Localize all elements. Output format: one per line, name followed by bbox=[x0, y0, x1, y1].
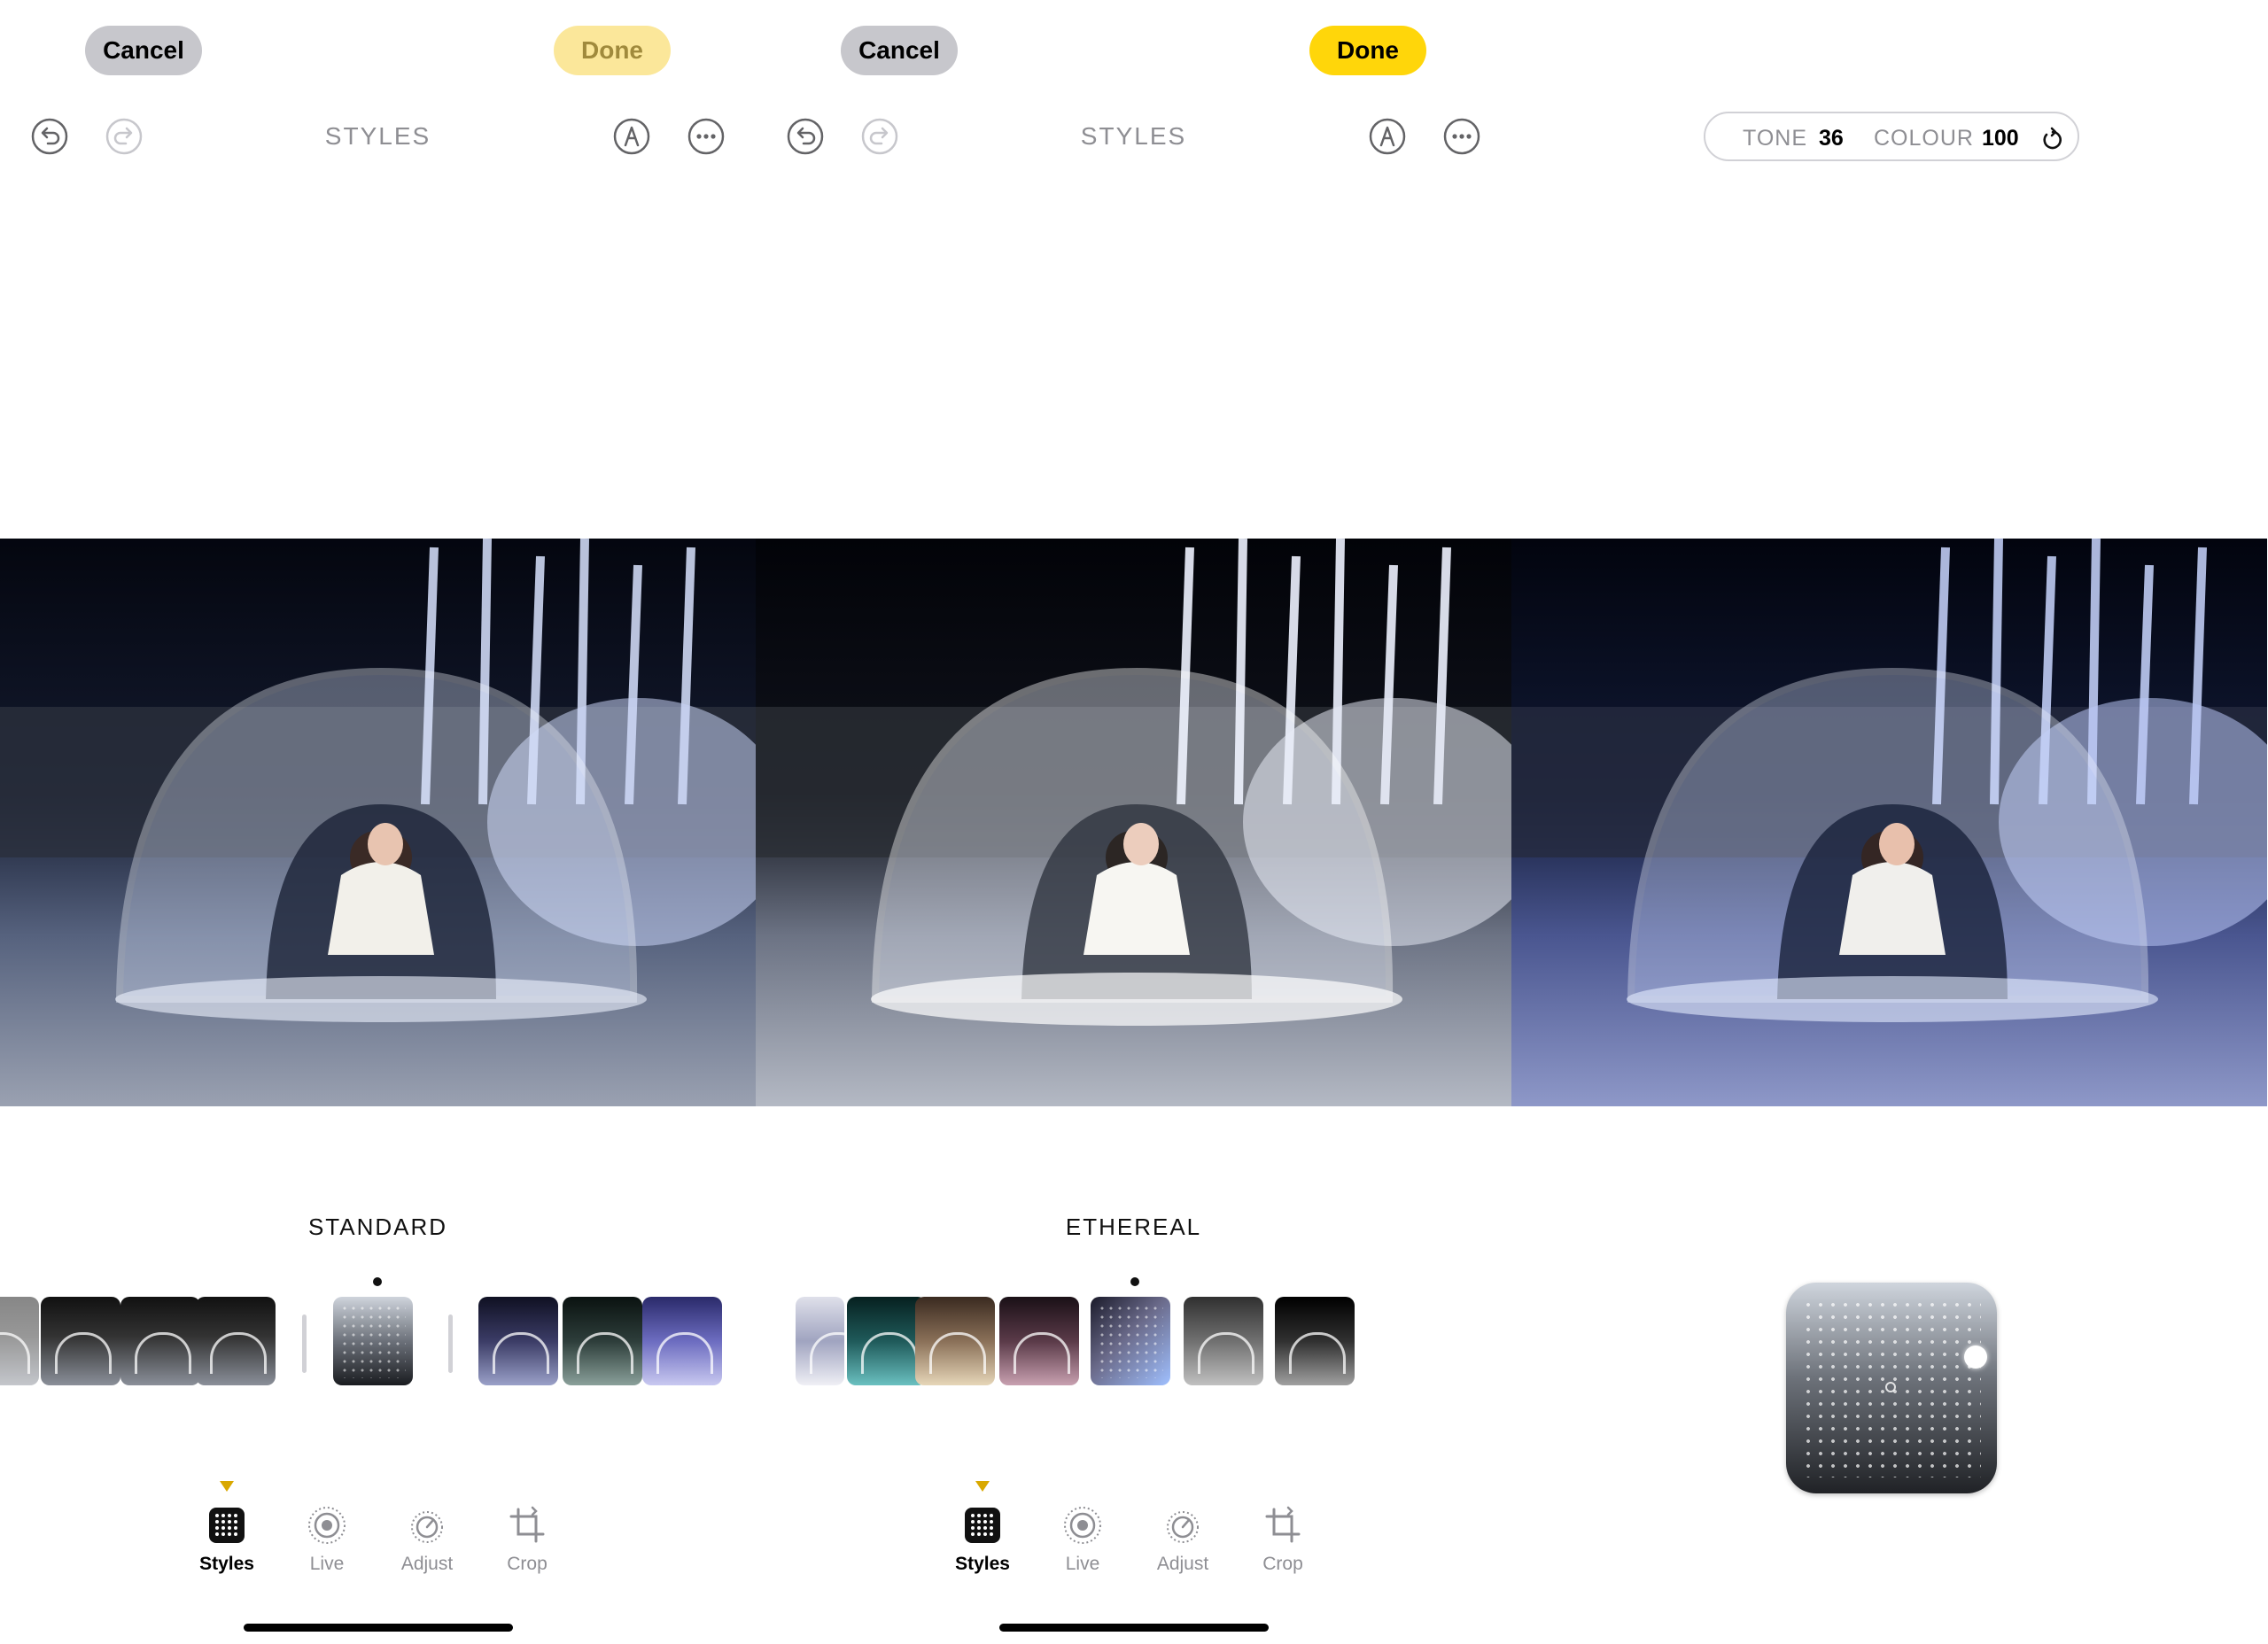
selected-style-pad-thumbnail[interactable] bbox=[1091, 1297, 1170, 1385]
tab-adjust[interactable]: Adjust bbox=[1138, 1504, 1227, 1575]
tab-adjust[interactable]: Adjust bbox=[383, 1504, 471, 1575]
colour-value: 100 bbox=[1982, 126, 2019, 151]
edit-tab-bar: Styles Live Adjust Crop bbox=[0, 1481, 756, 1587]
style-thumbnail[interactable] bbox=[999, 1297, 1079, 1385]
live-photo-icon bbox=[1064, 1507, 1101, 1544]
editor-panel-standard: Cancel Done STYLES STANDARD Styles Live … bbox=[0, 0, 756, 1644]
home-indicator[interactable] bbox=[244, 1624, 513, 1632]
style-thumbnail[interactable] bbox=[41, 1297, 120, 1385]
pad-position-knob[interactable] bbox=[1964, 1345, 1987, 1369]
active-tab-marker bbox=[220, 1481, 234, 1492]
tab-label: Adjust bbox=[1156, 1554, 1209, 1574]
tab-label: Crop bbox=[507, 1554, 548, 1574]
photo-preview bbox=[756, 539, 1511, 1106]
tab-crop[interactable]: Crop bbox=[483, 1504, 571, 1575]
selected-style-pad-thumbnail[interactable] bbox=[333, 1297, 413, 1385]
colour-label: COLOUR bbox=[1874, 126, 1974, 151]
styles-grid-icon bbox=[965, 1508, 1000, 1543]
tab-label: Live bbox=[309, 1554, 345, 1574]
tab-label: Crop bbox=[1262, 1554, 1303, 1574]
styles-title: STYLES bbox=[1080, 122, 1187, 150]
style-name-label: STANDARD bbox=[307, 1214, 448, 1240]
strip-separator bbox=[302, 1314, 307, 1373]
tab-label: Styles bbox=[199, 1554, 254, 1574]
tab-crop[interactable]: Crop bbox=[1239, 1504, 1327, 1575]
live-photo-icon bbox=[308, 1507, 346, 1544]
style-thumbnail[interactable] bbox=[915, 1297, 995, 1385]
style-thumbnail[interactable] bbox=[1275, 1297, 1355, 1385]
done-button-disabled[interactable]: Done bbox=[554, 26, 671, 75]
tab-styles[interactable]: Styles bbox=[183, 1504, 271, 1575]
style-thumbnail[interactable] bbox=[120, 1297, 200, 1385]
style-thumbnail[interactable] bbox=[642, 1297, 722, 1385]
tab-live[interactable]: Live bbox=[1038, 1504, 1127, 1575]
reset-icon[interactable] bbox=[2039, 126, 2067, 154]
selected-style-indicator bbox=[373, 1277, 382, 1286]
edit-tab-bar: Styles Live Adjust Crop bbox=[756, 1481, 1511, 1587]
style-thumbnail-strip[interactable] bbox=[0, 1277, 756, 1392]
tone-value: 36 bbox=[1819, 126, 1844, 151]
styles-grid-icon bbox=[209, 1508, 245, 1543]
style-thumbnail[interactable] bbox=[1184, 1297, 1263, 1385]
photo-preview bbox=[1511, 539, 2267, 1106]
photo-preview bbox=[0, 539, 756, 1106]
editor-panel-tone-pad: TONE 36 COLOUR 100 bbox=[1511, 0, 2268, 1644]
tab-live[interactable]: Live bbox=[283, 1504, 371, 1575]
style-thumbnail[interactable] bbox=[478, 1297, 558, 1385]
strip-separator bbox=[448, 1314, 453, 1373]
tab-label: Live bbox=[1065, 1554, 1100, 1574]
tab-styles[interactable]: Styles bbox=[938, 1504, 1027, 1575]
styles-title: STYLES bbox=[324, 122, 431, 150]
tone-colour-readout[interactable]: TONE 36 COLOUR 100 bbox=[1704, 112, 2079, 161]
tab-label: Adjust bbox=[400, 1554, 454, 1574]
style-name-label: ETHEREAL bbox=[1065, 1214, 1202, 1240]
selected-style-indicator bbox=[1130, 1277, 1139, 1286]
crop-icon bbox=[1265, 1506, 1301, 1543]
pad-center-marker bbox=[1885, 1382, 1896, 1392]
tone-label: TONE bbox=[1743, 126, 1807, 151]
cancel-button[interactable]: Cancel bbox=[85, 26, 202, 75]
cancel-button[interactable]: Cancel bbox=[841, 26, 958, 75]
adjust-dial-icon bbox=[411, 1511, 443, 1543]
adjust-dial-icon bbox=[1167, 1511, 1199, 1543]
editor-panel-ethereal: Cancel Done STYLES ETHEREAL Styles Live … bbox=[756, 0, 1511, 1644]
crop-icon bbox=[509, 1506, 545, 1543]
style-thumbnail[interactable] bbox=[196, 1297, 276, 1385]
tab-label: Styles bbox=[955, 1554, 1010, 1574]
style-thumbnail-strip[interactable] bbox=[756, 1277, 1511, 1392]
style-thumbnail[interactable] bbox=[0, 1297, 39, 1385]
home-indicator[interactable] bbox=[999, 1624, 1269, 1632]
style-thumbnail[interactable] bbox=[563, 1297, 642, 1385]
done-button[interactable]: Done bbox=[1309, 26, 1426, 75]
style-thumbnail[interactable] bbox=[796, 1297, 844, 1385]
tone-colour-pad[interactable] bbox=[1786, 1283, 1997, 1493]
active-tab-marker bbox=[975, 1481, 990, 1492]
